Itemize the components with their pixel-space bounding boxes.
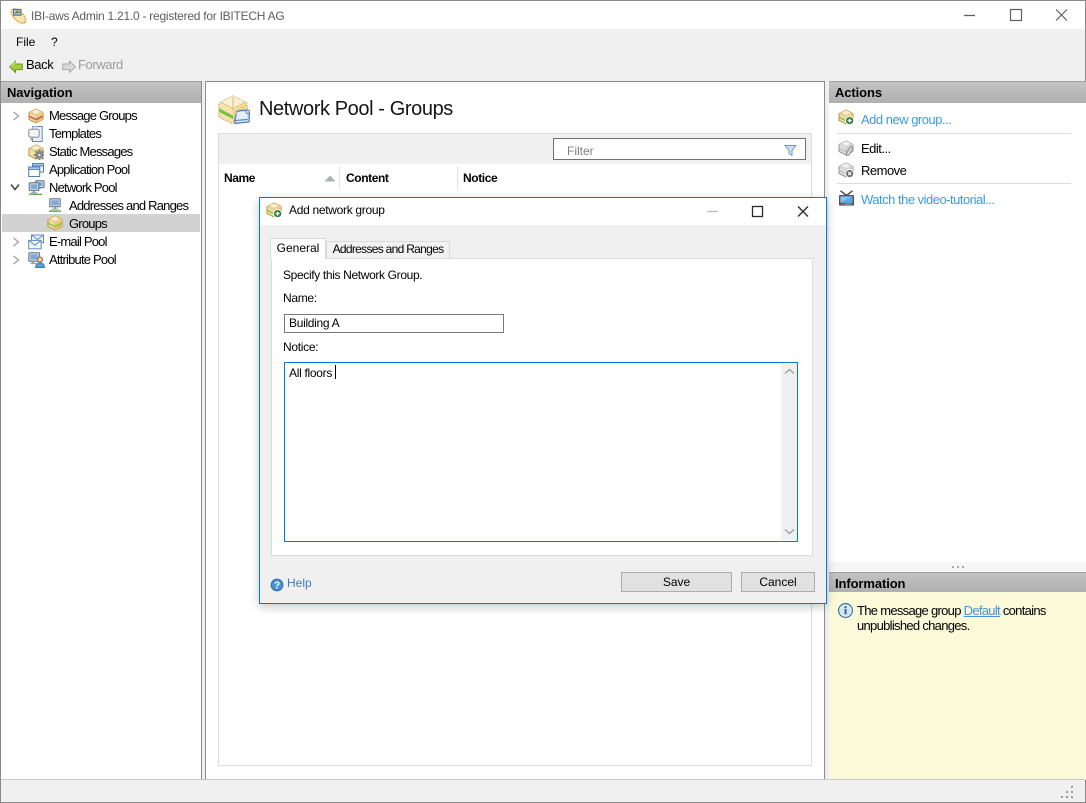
svg-text:?: ? (274, 581, 280, 592)
